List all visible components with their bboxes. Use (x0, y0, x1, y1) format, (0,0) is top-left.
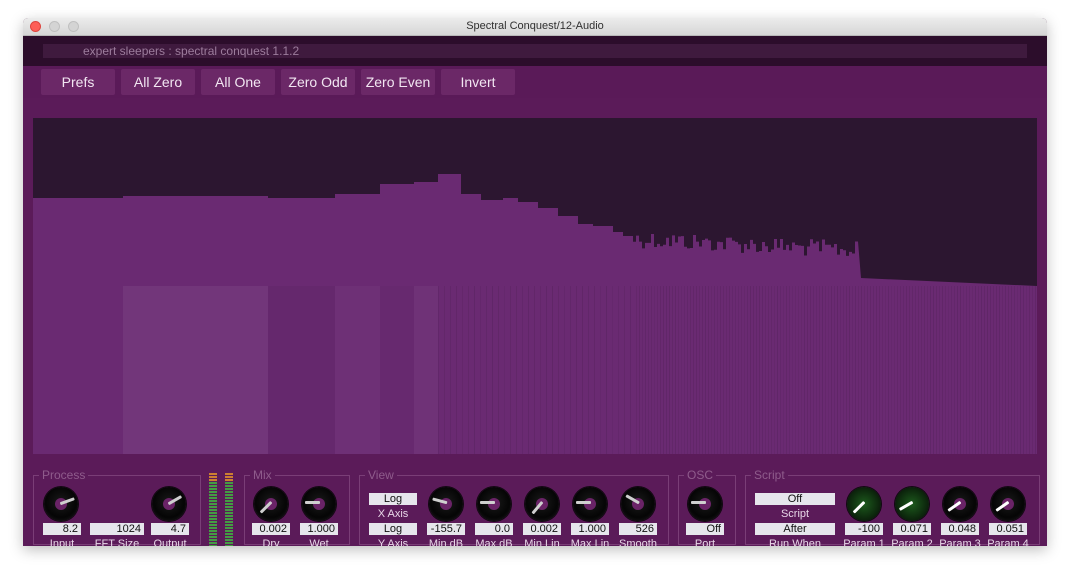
port-label: Port (694, 538, 716, 546)
param-1-value[interactable]: -100 (845, 523, 883, 535)
param-1-knob[interactable] (847, 487, 881, 521)
min-lin-knob[interactable] (525, 487, 559, 521)
window-title: Spectral Conquest/12-Audio (466, 20, 604, 32)
level-meter-left (208, 473, 218, 546)
dry-label: Dry (262, 538, 280, 546)
process-group-label: Process (39, 468, 89, 482)
max-lin-value[interactable]: 1.000 (571, 523, 609, 535)
version-bar: expert sleepers : spectral conquest 1.1.… (43, 44, 1027, 58)
all-zero-button[interactable]: All Zero (121, 69, 195, 95)
max-lin-knob[interactable] (573, 487, 607, 521)
y-axis-select[interactable]: Log (369, 523, 417, 535)
output-label: Output (153, 538, 187, 546)
plugin-window: Spectral Conquest/12-Audio expert sleepe… (23, 18, 1047, 546)
max-db-label: Max dB (475, 538, 513, 546)
dry-value[interactable]: 0.002 (252, 523, 290, 535)
min-lin-label: Min Lin (524, 538, 560, 546)
control-panel: Process 8.2 Input 1024 FFT Size 4.7 Outp… (23, 460, 1047, 546)
mix-group-label: Mix (250, 468, 275, 482)
dry-knob[interactable] (254, 487, 288, 521)
script-label: Script (780, 508, 810, 520)
min-lin-value[interactable]: 0.002 (523, 523, 561, 535)
param-4-value[interactable]: 0.051 (989, 523, 1027, 535)
input-value[interactable]: 8.2 (43, 523, 81, 535)
x-axis-select[interactable]: Log (369, 493, 417, 505)
title-bar: Spectral Conquest/12-Audio (23, 18, 1047, 36)
max-db-value[interactable]: 0.0 (475, 523, 513, 535)
param-2-label: Param 2 (891, 538, 933, 546)
prefs-button[interactable]: Prefs (41, 69, 115, 95)
run-when-label: Run When (769, 538, 821, 546)
param-4-label: Param 4 (987, 538, 1029, 546)
min-db-value[interactable]: -155.7 (427, 523, 465, 535)
input-label: Input (49, 538, 75, 546)
y-axis-label: Y Axis (377, 538, 409, 546)
plugin-body: expert sleepers : spectral conquest 1.1.… (23, 36, 1047, 546)
script-group-label: Script (751, 468, 788, 482)
zero-odd-button[interactable]: Zero Odd (281, 69, 355, 95)
x-axis-label: X Axis (377, 508, 409, 520)
port-knob[interactable] (688, 487, 722, 521)
wet-knob[interactable] (302, 487, 336, 521)
max-db-knob[interactable] (477, 487, 511, 521)
invert-button[interactable]: Invert (441, 69, 515, 95)
fft-size-value[interactable]: 1024 (90, 523, 144, 535)
header-strip: expert sleepers : spectral conquest 1.1.… (23, 36, 1047, 66)
smooth-value[interactable]: 526 (619, 523, 657, 535)
param-2-value[interactable]: 0.071 (893, 523, 931, 535)
wet-value[interactable]: 1.000 (300, 523, 338, 535)
param-2-knob[interactable] (895, 487, 929, 521)
min-db-knob[interactable] (429, 487, 463, 521)
spectrum-display[interactable] (33, 118, 1037, 454)
toolbar: Prefs All Zero All One Zero Odd Zero Eve… (23, 66, 1047, 98)
max-lin-label: Max Lin (570, 538, 610, 546)
param-1-label: Param 1 (843, 538, 885, 546)
all-one-button[interactable]: All One (201, 69, 275, 95)
osc-group-label: OSC (684, 468, 717, 482)
spectrum-graph[interactable] (33, 118, 1037, 454)
param-4-knob[interactable] (991, 487, 1025, 521)
level-meter-right (224, 473, 234, 546)
input-knob[interactable] (44, 487, 78, 521)
zero-even-button[interactable]: Zero Even (361, 69, 435, 95)
fft-size-label: FFT Size (94, 538, 140, 546)
run-when-select[interactable]: After (755, 523, 835, 535)
smooth-knob[interactable] (621, 487, 655, 521)
view-group-label: View (365, 468, 397, 482)
output-value[interactable]: 4.7 (151, 523, 189, 535)
smooth-label: Smooth (619, 538, 657, 546)
output-knob[interactable] (152, 487, 186, 521)
script-select[interactable]: Off (755, 493, 835, 505)
param-3-knob[interactable] (943, 487, 977, 521)
port-value[interactable]: Off (686, 523, 724, 535)
param-3-value[interactable]: 0.048 (941, 523, 979, 535)
param-3-label: Param 3 (939, 538, 981, 546)
version-text: expert sleepers : spectral conquest 1.1.… (83, 44, 300, 58)
min-db-label: Min dB (428, 538, 464, 546)
wet-label: Wet (309, 538, 329, 546)
